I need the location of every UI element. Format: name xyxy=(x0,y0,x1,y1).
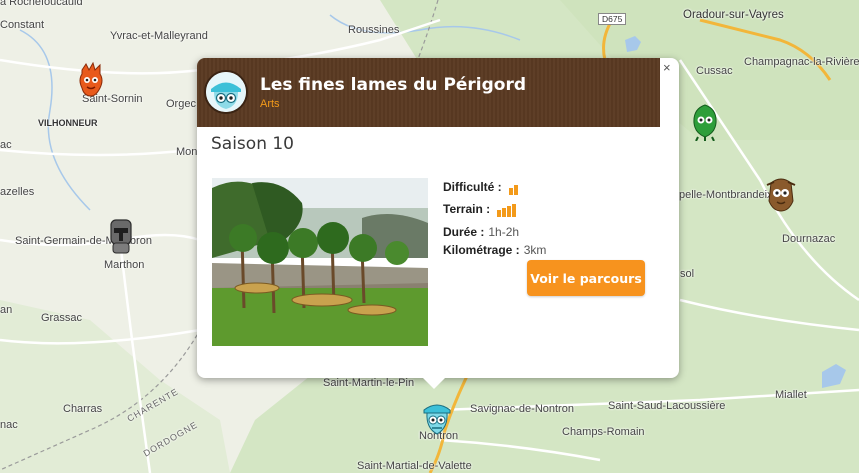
green-creature-marker[interactable] xyxy=(690,103,720,142)
place-saint-martin: Saint-Martin-le-Pin xyxy=(323,377,415,389)
duration-value: 1h-2h xyxy=(488,225,520,239)
place-champs-romain: Champs-Romain xyxy=(562,426,645,438)
character-avatar xyxy=(204,70,248,114)
place-miallet: Miallet xyxy=(775,389,807,401)
poi-popup: Les fines lames du Périgord Arts × Saiso… xyxy=(197,58,679,389)
place-saint-martial: Saint-Martial-de-Valette xyxy=(357,460,472,472)
place-marthon: Marthon xyxy=(104,259,145,271)
place-rochefoucauld: a Rochefoucauld xyxy=(0,0,83,8)
distance-value: 3km xyxy=(523,243,547,257)
distance-label: Kilométrage : xyxy=(443,243,520,257)
popup-title: Les fines lames du Périgord xyxy=(260,75,527,95)
duration-label: Durée : xyxy=(443,225,485,239)
place-yvrac: Yvrac-et-Malleyrand xyxy=(110,30,208,42)
popup-category: Arts xyxy=(260,98,280,110)
view-course-button[interactable]: Voir le parcours xyxy=(527,260,645,296)
close-icon[interactable]: × xyxy=(663,60,671,75)
brown-creature-marker[interactable] xyxy=(765,175,796,212)
place-nac: nac xyxy=(0,419,18,431)
place-roussines: Roussines xyxy=(348,24,400,36)
map[interactable]: a Rochefoucauld Constant Yvrac-et-Malley… xyxy=(0,0,859,473)
orange-creature-marker[interactable] xyxy=(76,61,106,97)
terrain-bars xyxy=(497,203,517,217)
place-an: an xyxy=(0,304,13,316)
place-mon: Mon xyxy=(176,146,198,158)
place-saint-saud: Saint-Saud-Lacoussière xyxy=(608,400,726,412)
cyan-creature-marker[interactable] xyxy=(421,398,451,435)
place-charras: Charras xyxy=(63,403,103,415)
distance-row: Kilométrage :3km xyxy=(443,243,546,257)
grey-knight-marker[interactable] xyxy=(106,216,136,254)
place-sol: sol xyxy=(680,268,695,280)
place-azelles: azelles xyxy=(0,186,35,198)
place-constant: Constant xyxy=(0,19,45,31)
road-shield-d675: D675 xyxy=(598,13,627,25)
place-oradour: Oradour-sur-Vayres xyxy=(683,9,784,21)
season-label: Saison 10 xyxy=(211,134,294,154)
place-dournazac: Dournazac xyxy=(782,233,836,245)
place-montbrandeix: pelle-Montbrandeix xyxy=(679,189,773,201)
duration-row: Durée :1h-2h xyxy=(443,225,519,239)
place-savignac: Savignac-de-Nontron xyxy=(470,403,574,415)
place-ac: ac xyxy=(0,139,12,151)
popup-header: Les fines lames du Périgord Arts xyxy=(197,58,660,127)
difficulty-label: Difficulté : xyxy=(443,180,502,194)
terrain-row: Terrain : xyxy=(443,202,517,217)
place-cussac: Cussac xyxy=(696,65,733,77)
difficulty-row: Difficulté : xyxy=(443,180,519,195)
place-vilhonneur: VILHONNEUR xyxy=(38,118,98,128)
place-grassac: Grassac xyxy=(41,312,82,324)
place-champagnac: Champagnac-la-Rivière xyxy=(744,56,859,68)
course-photo xyxy=(212,178,428,346)
difficulty-bars xyxy=(509,181,519,195)
place-orgec: Orgec xyxy=(166,98,196,110)
terrain-label: Terrain : xyxy=(443,202,491,216)
